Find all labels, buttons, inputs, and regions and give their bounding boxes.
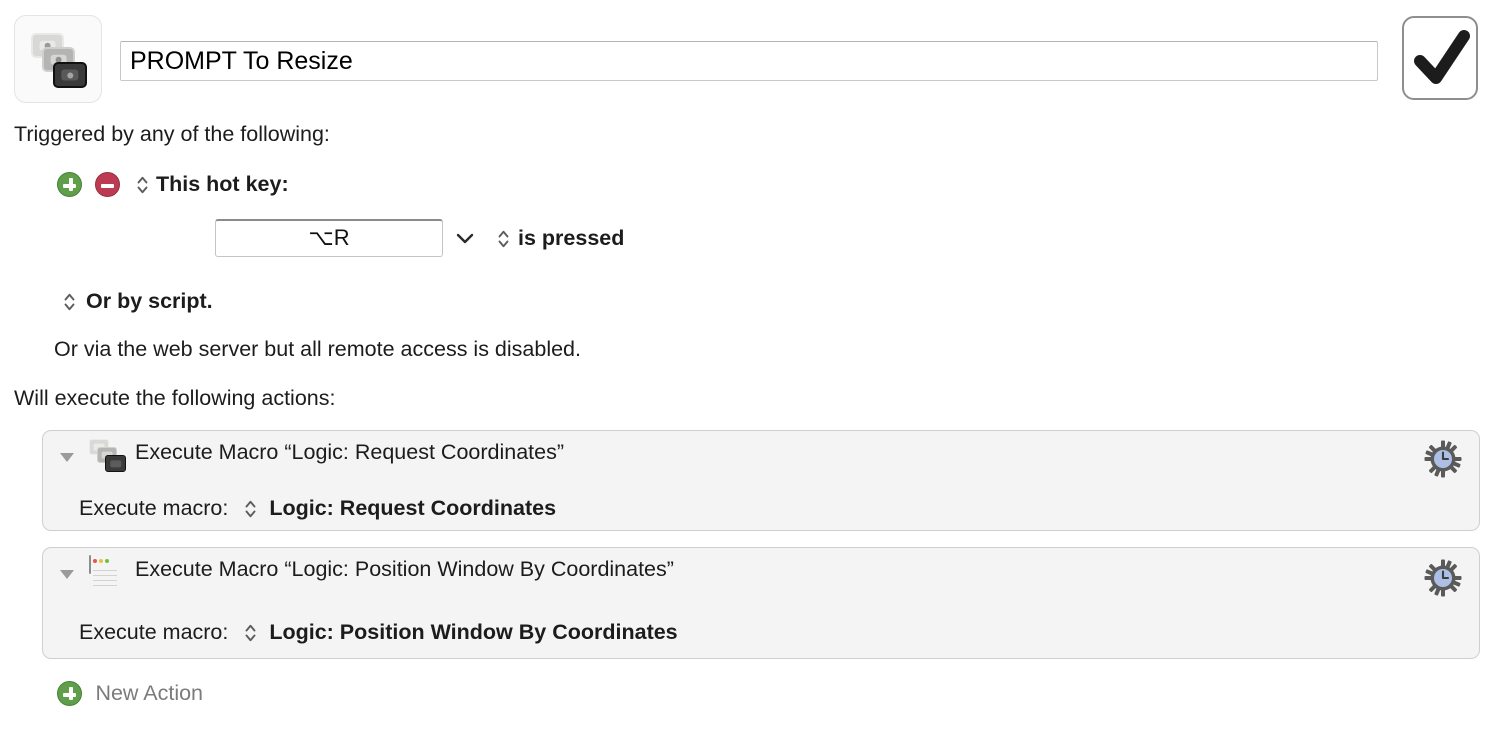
- or-by-script-label[interactable]: Or by script.: [86, 289, 213, 314]
- macro-select-stepper[interactable]: [244, 498, 257, 520]
- hotkey-trigger-label[interactable]: This hot key:: [156, 172, 289, 197]
- new-action-button[interactable]: New Action: [57, 681, 203, 709]
- macro-select-stepper[interactable]: [244, 622, 257, 644]
- action-title: Execute Macro “Logic: Request Coordinate…: [135, 440, 565, 464]
- table-row[interactable]: Execute Macro “Logic: Request Coordinate…: [42, 430, 1480, 531]
- action-field-label: Execute macro:: [79, 496, 229, 520]
- hotkey-condition-label[interactable]: is pressed: [518, 226, 624, 251]
- disclosure-triangle-icon[interactable]: [57, 447, 77, 467]
- web-server-note: Or via the web server but all remote acc…: [54, 337, 581, 361]
- action-field: Execute macro: Logic: Request Coordinate…: [79, 496, 556, 521]
- triggers-section-label: Triggered by any of the following:: [14, 122, 330, 146]
- table-row[interactable]: Execute Macro “Logic: Position Window By…: [42, 547, 1480, 659]
- macro-editor-pane: PROMPT To Resize Triggered by any of the…: [0, 0, 1500, 740]
- action-field: Execute macro: Logic: Position Window By…: [79, 620, 678, 645]
- macro-stack-icon[interactable]: [14, 15, 102, 103]
- remove-trigger-button[interactable]: [95, 172, 121, 197]
- action-field-value[interactable]: Logic: Position Window By Coordinates: [269, 620, 677, 644]
- disclosure-triangle-icon[interactable]: [57, 564, 77, 584]
- hotkey-input[interactable]: ⌥R: [215, 219, 443, 257]
- gear-clock-icon[interactable]: [1423, 439, 1463, 479]
- or-by-script-stepper[interactable]: [63, 291, 76, 313]
- chevron-down-icon[interactable]: [454, 227, 476, 249]
- macro-header: PROMPT To Resize: [0, 0, 1500, 112]
- add-action-icon[interactable]: [57, 681, 82, 706]
- actions-section-label: Will execute the following actions:: [14, 386, 336, 410]
- macro-stack-icon: [89, 439, 131, 473]
- action-field-label: Execute macro:: [79, 620, 229, 644]
- confirm-button[interactable]: [1402, 16, 1478, 100]
- trigger-add-remove-group: [57, 172, 121, 197]
- macro-title-input[interactable]: PROMPT To Resize: [120, 41, 1378, 81]
- gear-clock-icon[interactable]: [1423, 558, 1463, 598]
- window-icon: [89, 555, 131, 590]
- action-field-value[interactable]: Logic: Request Coordinates: [269, 496, 556, 520]
- hotkey-type-stepper[interactable]: [136, 174, 149, 196]
- action-title: Execute Macro “Logic: Position Window By…: [135, 557, 674, 581]
- hotkey-condition-stepper[interactable]: [497, 228, 510, 250]
- add-trigger-button[interactable]: [57, 172, 82, 197]
- new-action-label: New Action: [95, 681, 204, 705]
- macro-stack-key-front: [53, 62, 87, 88]
